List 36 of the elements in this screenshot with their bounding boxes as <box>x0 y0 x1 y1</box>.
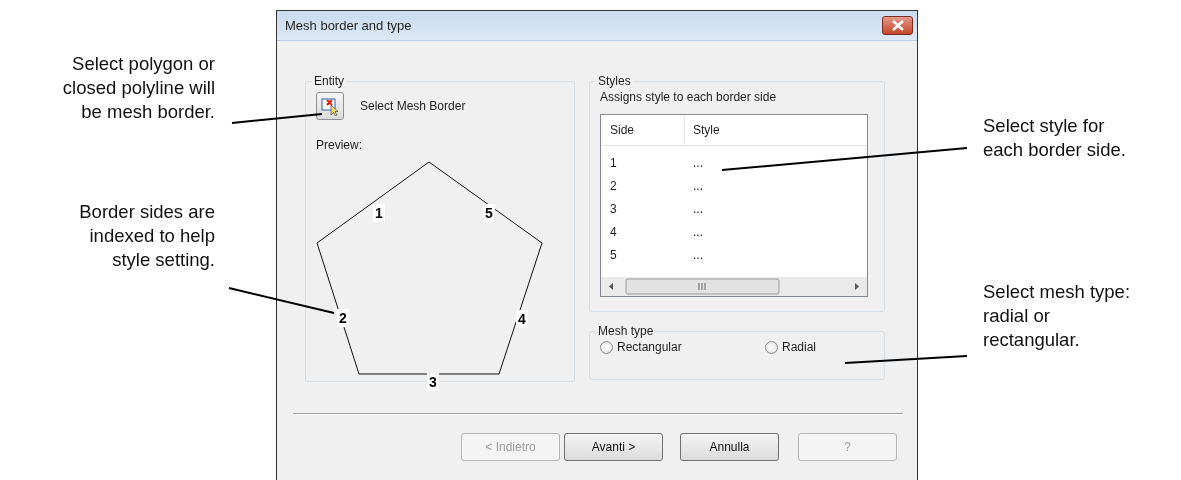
side-label: 5 <box>483 204 495 222</box>
horizontal-scrollbar[interactable] <box>601 277 867 296</box>
side-label: 1 <box>373 204 385 222</box>
side-label: 4 <box>516 310 528 328</box>
dialog-button[interactable]: Avanti > <box>564 433 663 461</box>
close-icon <box>890 20 905 31</box>
callout-text: Select mesh type: radial or rectangular. <box>983 280 1132 352</box>
window-title: Mesh border and type <box>285 16 412 35</box>
group-title: Entity <box>313 74 345 88</box>
column-header[interactable]: Side <box>601 115 685 145</box>
dialog-button[interactable]: Annulla <box>680 433 779 461</box>
table-cell-text: ... <box>692 177 703 195</box>
preview-label: Preview: <box>316 137 362 154</box>
table-cell-text: ... <box>692 246 703 264</box>
table-cell-text: 1 <box>609 154 618 172</box>
column-header[interactable]: Style <box>685 121 720 139</box>
table-cell-text: 3 <box>609 200 618 218</box>
group-title: Styles <box>597 74 632 88</box>
table-cell-text: ... <box>692 154 703 172</box>
table-cell-text: ... <box>692 223 703 241</box>
close-button[interactable] <box>882 16 913 35</box>
description-text: Assigns style to each border side <box>600 89 777 106</box>
select-border-button[interactable] <box>316 92 344 120</box>
callout-text: Select polygon or closed polyline will be mesh border. <box>61 52 215 124</box>
group-title: Mesh type <box>597 324 655 338</box>
table-cell-text: 4 <box>609 223 618 241</box>
table-cell-text: 5 <box>609 246 618 264</box>
side-label: 2 <box>337 309 349 327</box>
table-cell-text: 2 <box>609 177 618 195</box>
select-label: Select Mesh Border <box>360 98 466 115</box>
side-label: 3 <box>427 373 439 391</box>
radio-option[interactable]: Radial <box>765 338 817 356</box>
table-cell-text: ... <box>692 200 703 218</box>
callout-text: Border sides are indexed to help style setting. <box>78 200 215 272</box>
radio-option[interactable]: Rectangular <box>600 338 765 356</box>
callout-text: Select style for each border side. <box>983 114 1127 162</box>
